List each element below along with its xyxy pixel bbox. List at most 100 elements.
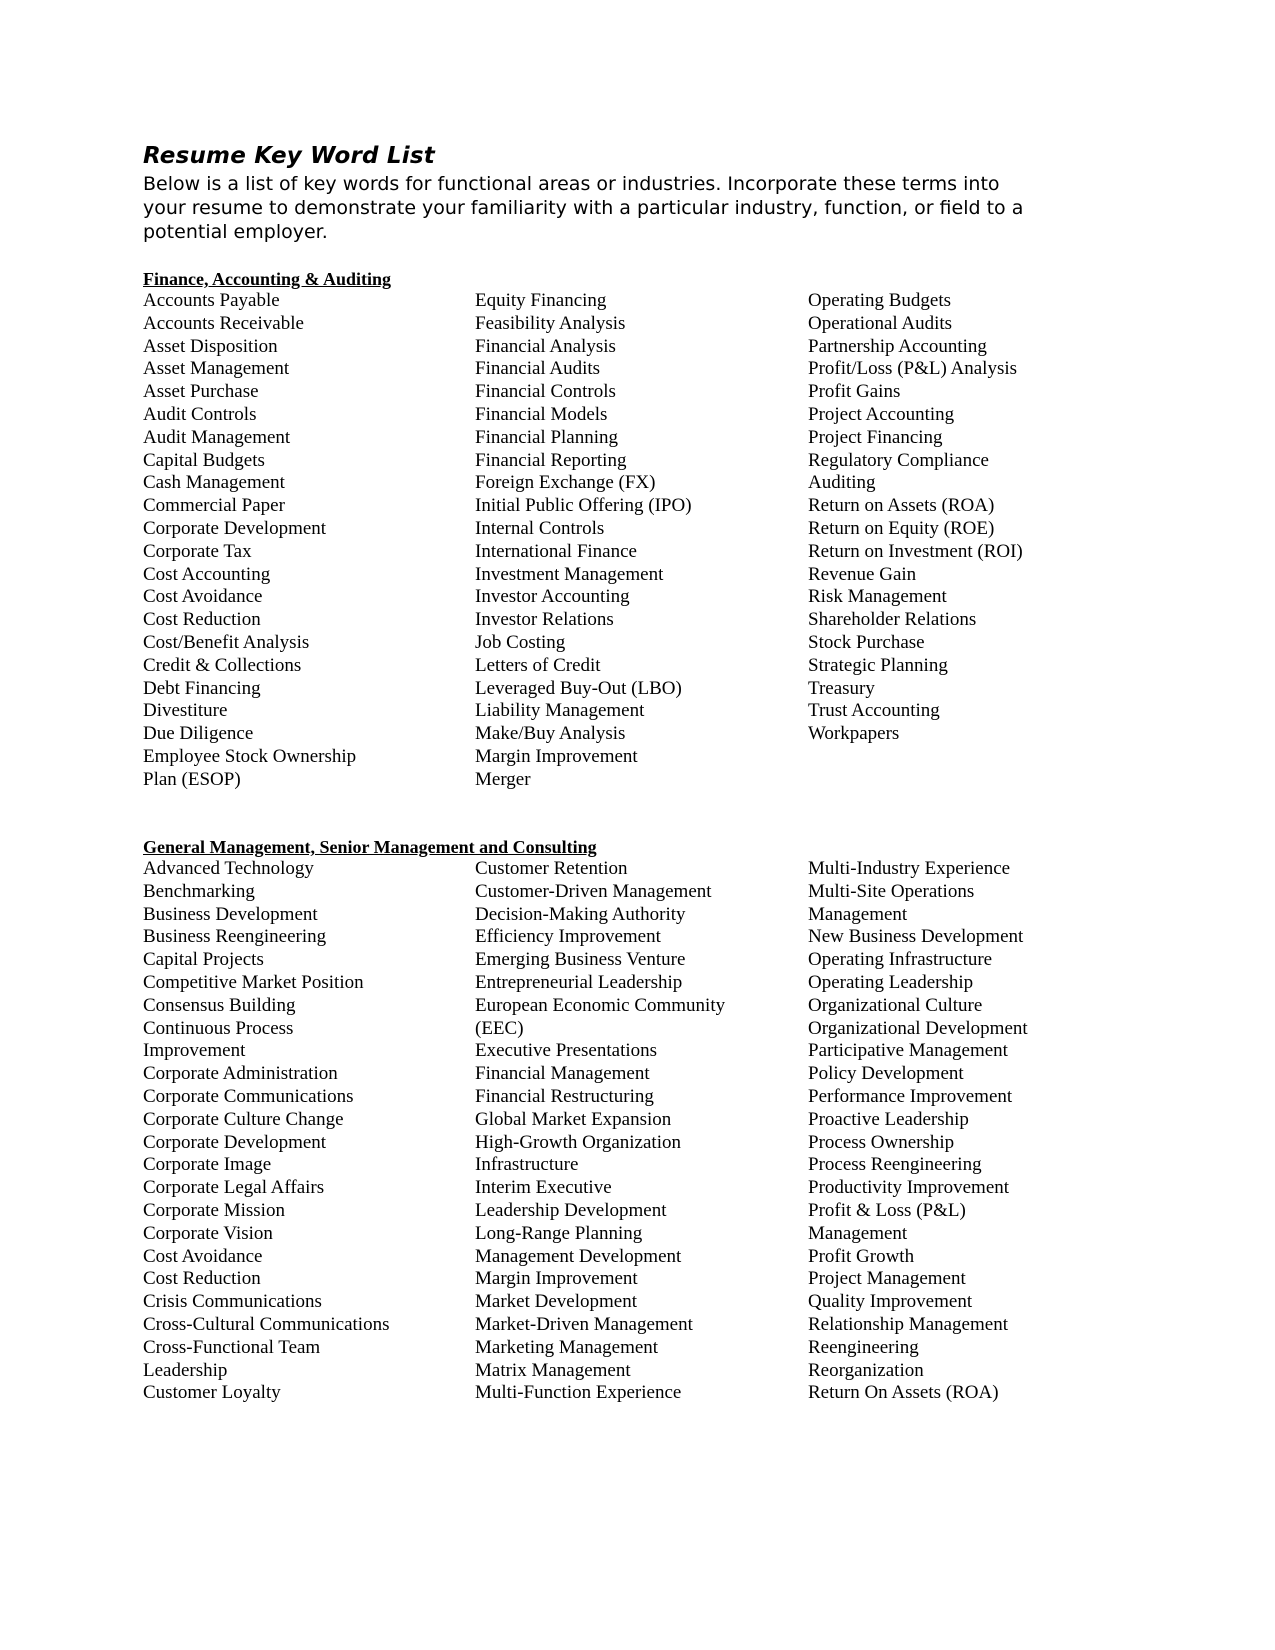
keyword-item: Feasibility Analysis — [475, 312, 626, 334]
keyword-item: Accounts Payable — [143, 290, 280, 311]
keyword-item: Profit Growth — [808, 1245, 915, 1267]
keyword-item: Infrastructure — [475, 1154, 579, 1176]
keyword-item: Financial Planning — [475, 426, 619, 448]
keyword-item: Entrepreneurial Leadership — [475, 971, 683, 993]
keyword-columns: Accounts Payable Accounts Receivable Asset… — [143, 290, 1143, 890]
section-heading: Finance, Accounting & Auditing — [143, 269, 392, 289]
keyword-item: Strategic Planning — [808, 654, 948, 676]
keyword-item: Asset Disposition — [143, 335, 278, 357]
keyword-item: Investment Management — [475, 563, 664, 585]
keyword-item: Operating Infrastructure — [808, 949, 993, 971]
keyword-item: Debt Financing — [143, 677, 261, 699]
keyword-item: Trust Accounting — [808, 700, 940, 722]
keyword-item: Partnership Accounting — [808, 335, 987, 357]
keyword-item: Make/Buy Analysis — [475, 723, 626, 745]
keyword-item: Credit & Collections — [143, 654, 302, 676]
keyword-item: Internal Controls — [475, 517, 605, 539]
keyword-item: Investor Relations — [475, 609, 614, 631]
keyword-item: Cost Reduction — [143, 1268, 261, 1290]
keyword-item: Organizational Development — [808, 1017, 1028, 1039]
keyword-item: Operational Audits — [808, 312, 953, 334]
keyword-item: Regulatory Compliance — [808, 449, 989, 471]
keyword-item: Management — [808, 1222, 908, 1244]
keyword-item: Business Development — [143, 903, 318, 925]
keyword-item: Corporate Communications — [143, 1085, 354, 1107]
keyword-item: Cost Reduction — [143, 609, 261, 631]
keyword-item: Financial Models — [475, 403, 608, 425]
keyword-item: Customer-Driven Management — [475, 880, 712, 902]
keyword-item: Long-Range Planning — [475, 1222, 643, 1244]
keyword-item: Financial Management — [475, 1063, 650, 1085]
keyword-item: Productivity Improvement — [808, 1177, 1010, 1199]
keyword-column-2: Equity Financing Feasibility Analysis Fina… — [475, 290, 692, 792]
keyword-item: Financial Restructuring — [475, 1085, 654, 1107]
keyword-item: Participative Management — [808, 1040, 1008, 1062]
keyword-item: Policy Development — [808, 1063, 964, 1085]
keyword-item: Commercial Paper — [143, 495, 285, 517]
keyword-item: Management Development — [475, 1245, 682, 1267]
keyword-item: Divestiture — [143, 700, 228, 722]
keyword-item: Leadership — [143, 1359, 228, 1381]
keyword-item: Investor Accounting — [475, 586, 630, 608]
keyword-item: Emerging Business Venture — [475, 949, 686, 971]
keyword-item: Profit & Loss (P&L) — [808, 1199, 966, 1221]
keyword-item: Audit Controls — [143, 403, 257, 425]
keyword-item: Project Management — [808, 1268, 966, 1290]
keyword-item: Customer Retention — [475, 858, 628, 879]
keyword-item: Reengineering — [808, 1336, 919, 1358]
keyword-item: Return on Equity (ROE) — [808, 517, 995, 539]
keyword-item: Audit Management — [143, 426, 291, 448]
keyword-item: Shareholder Relations — [808, 609, 977, 631]
keyword-item: Equity Financing — [475, 290, 607, 311]
keyword-item: Proactive Leadership — [808, 1108, 969, 1130]
keyword-item: Margin Improvement — [475, 1268, 638, 1290]
keyword-item: Profit/Loss (P&L) Analysis — [808, 358, 1018, 380]
keyword-item: Benchmarking — [143, 880, 255, 902]
keyword-column-3: Operating Budgets Operational Audits Partn… — [808, 290, 1023, 746]
keyword-item: Executive Presentations — [475, 1040, 658, 1062]
keyword-item: Crisis Communications — [143, 1291, 322, 1313]
keyword-item: Corporate Mission — [143, 1199, 285, 1221]
keyword-item: Efficiency Improvement — [475, 926, 661, 948]
document-title: Resume Key Word List — [143, 143, 435, 169]
keyword-item: Risk Management — [808, 586, 947, 608]
keyword-item: Leadership Development — [475, 1199, 667, 1221]
keyword-item: Corporate Tax — [143, 540, 252, 562]
keyword-item: Cost Accounting — [143, 563, 271, 585]
keyword-item: Corporate Culture Change — [143, 1108, 344, 1130]
keyword-item: Business Reengineering — [143, 926, 327, 948]
keyword-item: Relationship Management — [808, 1313, 1008, 1335]
keyword-item: Project Accounting — [808, 403, 955, 425]
keyword-item: Stock Purchase — [808, 631, 925, 653]
keyword-item: Corporate Vision — [143, 1222, 273, 1244]
keyword-item: Return on Investment (ROI) — [808, 540, 1023, 562]
keyword-item: Job Costing — [475, 631, 566, 653]
keyword-item: Liability Management — [475, 700, 645, 722]
keyword-item: Improvement — [143, 1040, 246, 1062]
keyword-item: Performance Improvement — [808, 1085, 1013, 1107]
keyword-item: Corporate Administration — [143, 1063, 338, 1085]
keyword-column-1: Accounts Payable Accounts Receivable Asset… — [143, 290, 356, 792]
document-intro: Below is a list of key words for functio… — [143, 173, 1024, 243]
keyword-item: High-Growth Organization — [475, 1131, 681, 1153]
keyword-item: Competitive Market Position — [143, 971, 364, 993]
keyword-item: Reorganization — [808, 1359, 924, 1381]
keyword-item: Organizational Culture — [808, 994, 983, 1016]
keyword-item: Employee Stock Ownership — [143, 745, 357, 767]
keyword-item: Workpapers — [808, 723, 900, 745]
keyword-item: Matrix Management — [475, 1359, 631, 1381]
keyword-item: Foreign Exchange (FX) — [475, 472, 656, 494]
keyword-item: Treasury — [808, 677, 875, 699]
keyword-item: European Economic Community — [475, 994, 726, 1016]
keyword-item: Market Development — [475, 1291, 637, 1313]
keyword-item: Asset Purchase — [143, 381, 259, 403]
keyword-item: Margin Improvement — [475, 745, 638, 767]
section-general-management-consulting: General Management, Senior Management an… — [143, 836, 1143, 1458]
keyword-item: Auditing — [808, 472, 876, 494]
keyword-item: Profit Gains — [808, 381, 901, 403]
keyword-item: Corporate Development — [143, 517, 327, 539]
keyword-item: International Finance — [475, 540, 637, 562]
keyword-item: Leveraged Buy-Out (LBO) — [475, 677, 682, 699]
keyword-item: Cash Management — [143, 472, 285, 494]
keyword-item: Cost Avoidance — [143, 586, 263, 608]
